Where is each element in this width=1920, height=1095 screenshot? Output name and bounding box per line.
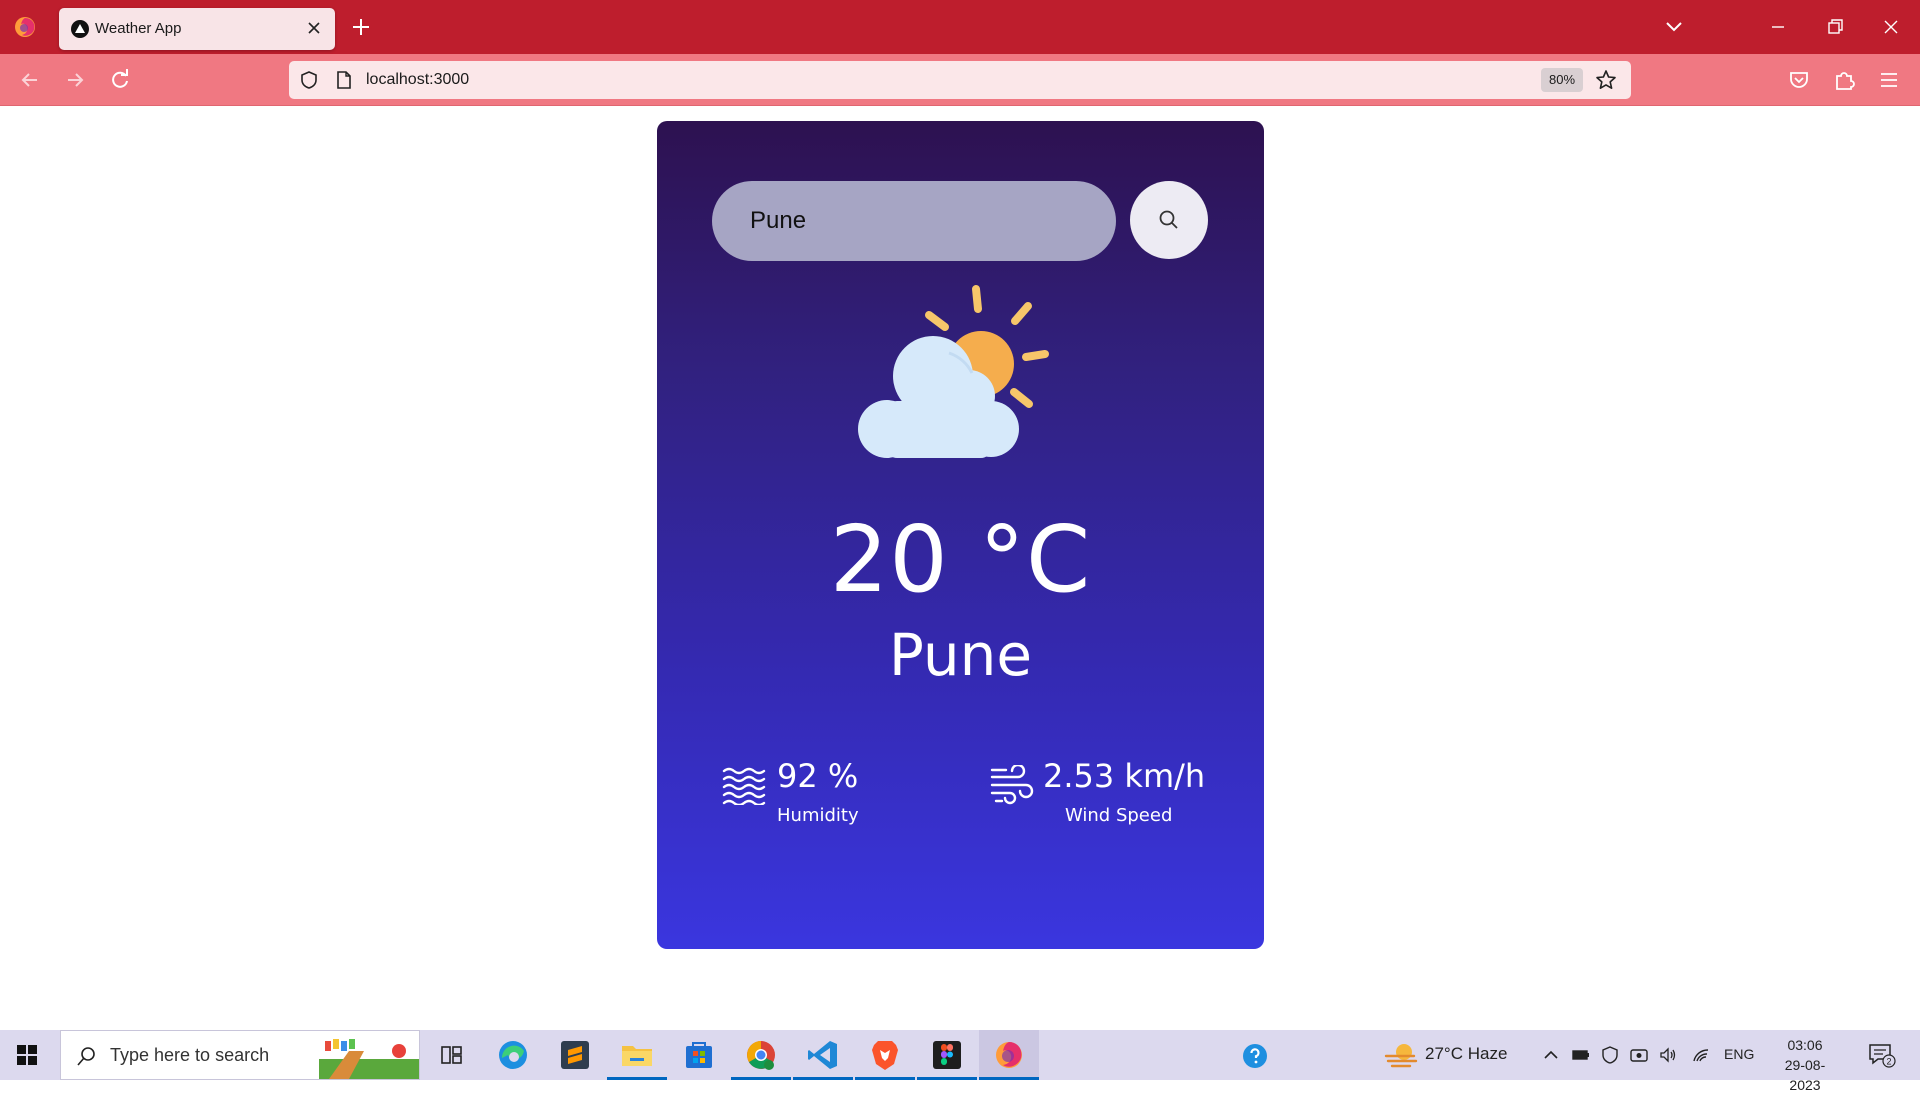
close-tab-icon[interactable] [305, 19, 323, 37]
taskbar-edge[interactable] [483, 1030, 543, 1080]
reload-icon[interactable] [107, 67, 133, 93]
taskbar-search-placeholder: Type here to search [110, 1045, 270, 1065]
notification-count: 2 [1886, 1057, 1891, 1067]
sublime-text-icon [561, 1041, 589, 1069]
tab-title: Weather App [95, 20, 182, 37]
clock-date: 29-08-2023 [1784, 1057, 1826, 1093]
search-icon [77, 1047, 95, 1066]
search-highlight-illustration-icon [319, 1039, 419, 1079]
clock-time: 03:06 [1787, 1037, 1823, 1053]
minimize-window-icon[interactable] [1765, 14, 1791, 40]
wind-speed-label: Wind Speed [1065, 805, 1173, 826]
city-name: Pune [888, 621, 1033, 689]
taskbar-chrome[interactable] [731, 1030, 791, 1080]
url-text: localhost:3000 [366, 71, 470, 88]
windows-taskbar: Type here to search 27°C Haze ENG 03:06 … [0, 1030, 1920, 1093]
extensions-icon[interactable] [1831, 67, 1857, 93]
edge-icon [499, 1041, 527, 1069]
battery-icon[interactable] [1572, 1046, 1590, 1064]
taskbar-vscode[interactable] [793, 1030, 853, 1080]
notifications-icon[interactable]: 2 [1868, 1042, 1896, 1068]
input-language[interactable]: ENG [1724, 1046, 1754, 1062]
tab-favicon-icon [71, 20, 89, 38]
bookmark-star-icon[interactable] [1595, 69, 1617, 91]
taskbar-brave[interactable] [855, 1030, 915, 1080]
taskbar-firefox[interactable] [979, 1030, 1039, 1080]
address-bar[interactable]: localhost:3000 80% [289, 61, 1631, 99]
show-hidden-icons-chevron-icon[interactable] [1542, 1046, 1560, 1064]
tracking-protection-shield-icon[interactable] [299, 70, 319, 90]
firefox-icon [996, 1042, 1022, 1068]
app-menu-icon[interactable] [1876, 67, 1902, 93]
close-window-icon[interactable] [1878, 14, 1904, 40]
volume-icon[interactable] [1659, 1046, 1677, 1064]
wind-icon [990, 765, 1034, 805]
chrome-icon [747, 1041, 775, 1070]
search-button[interactable] [1130, 181, 1208, 259]
security-shield-icon[interactable] [1601, 1046, 1619, 1064]
help-icon[interactable] [1242, 1043, 1268, 1069]
pocket-icon[interactable] [1786, 67, 1812, 93]
city-search-input[interactable] [750, 181, 1090, 261]
browser-tab[interactable]: Weather App [59, 8, 335, 50]
zoom-level-badge[interactable]: 80% [1541, 68, 1584, 92]
new-tab-icon[interactable] [350, 16, 372, 38]
temperature: 20 °C [829, 506, 1092, 613]
file-explorer-icon [622, 1046, 652, 1066]
firefox-menu-icon[interactable] [12, 14, 38, 40]
browser-navbar: localhost:3000 80% [0, 54, 1920, 106]
haze-sun-icon [1384, 1044, 1418, 1068]
page-viewport: 20 °C Pune 92 % Humidity [0, 106, 1920, 1030]
search-icon [1159, 210, 1178, 229]
brave-icon [872, 1041, 898, 1070]
page-info-icon[interactable] [335, 70, 353, 90]
taskbar-file-explorer[interactable] [607, 1030, 667, 1080]
wifi-icon[interactable] [1692, 1046, 1710, 1064]
taskbar-store[interactable] [669, 1030, 729, 1080]
humidity-label: Humidity [777, 805, 859, 826]
browser-titlebar: Weather App [0, 0, 1920, 54]
taskbar-sublime[interactable] [545, 1030, 605, 1080]
windows-start-icon[interactable] [16, 1044, 38, 1066]
figma-icon [933, 1041, 961, 1069]
taskbar-search-box[interactable]: Type here to search [60, 1030, 420, 1080]
taskbar-clock[interactable]: 03:06 29-08-2023 [1770, 1035, 1840, 1095]
taskbar-weather-text: 27°C Haze [1425, 1044, 1508, 1063]
sun-behind-cloud-icon [858, 285, 1049, 458]
wind-speed-value: 2.53 km/h [1043, 757, 1206, 795]
meet-now-icon[interactable] [1630, 1046, 1648, 1064]
list-all-tabs-icon[interactable] [1663, 18, 1685, 36]
weather-card: 20 °C Pune 92 % Humidity [657, 121, 1264, 949]
forward-icon[interactable] [62, 67, 88, 93]
restore-window-icon[interactable] [1822, 14, 1848, 40]
humidity-waves-icon [722, 767, 766, 805]
vscode-icon [808, 1041, 837, 1069]
back-icon[interactable] [17, 67, 43, 93]
store-icon [686, 1042, 712, 1068]
task-view-icon[interactable] [432, 1036, 470, 1074]
taskbar-figma[interactable] [917, 1030, 977, 1080]
humidity-value: 92 % [777, 757, 859, 795]
search-box [712, 181, 1116, 261]
